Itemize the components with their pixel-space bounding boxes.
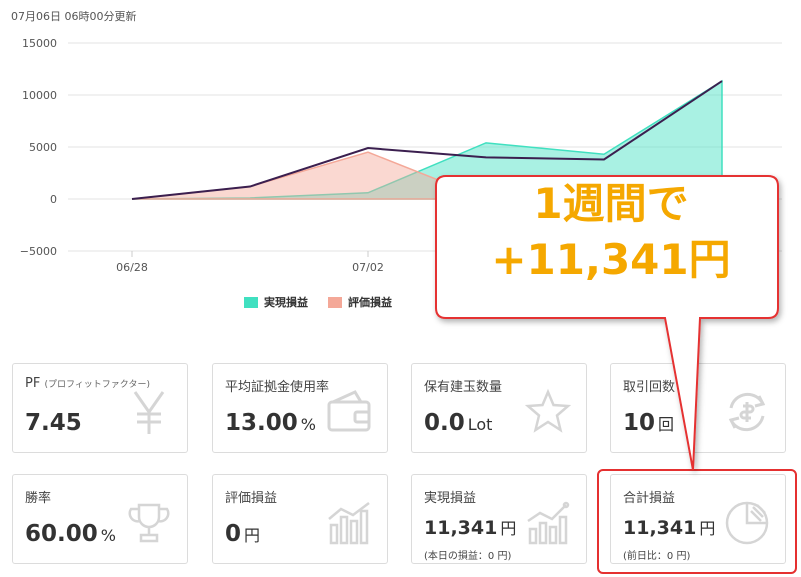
callout-line1: 1週間で	[533, 179, 689, 228]
callout-line2: +11,341円	[491, 235, 731, 284]
callout-text: 1週間で +11,341円	[446, 178, 776, 290]
